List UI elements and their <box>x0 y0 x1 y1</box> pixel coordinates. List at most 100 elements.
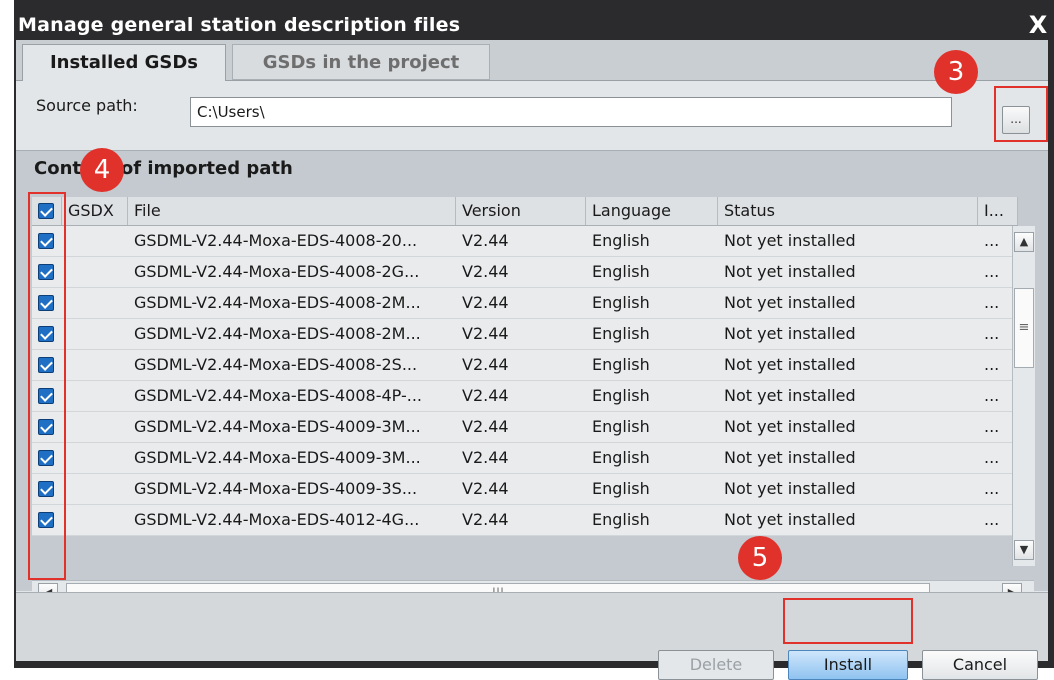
vertical-scrollbar[interactable]: ▲ ≡ ▼ <box>1012 226 1035 566</box>
gsdx-cell <box>62 381 128 412</box>
table-row[interactable]: GSDML-V2.44-Moxa-EDS-4009-3S... V2.44 En… <box>32 474 1018 505</box>
version-cell: V2.44 <box>462 262 509 281</box>
gsdx-cell <box>62 412 128 443</box>
status-cell: Not yet installed <box>724 293 856 312</box>
column-header-language[interactable]: Language <box>586 197 718 225</box>
highlight-checkbox-column <box>28 192 66 580</box>
language-cell: English <box>592 386 650 405</box>
status-cell: Not yet installed <box>724 510 856 529</box>
delete-button[interactable]: Delete <box>658 650 774 680</box>
file-cell: GSDML-V2.44-Moxa-EDS-4012-4G... <box>134 510 420 529</box>
info-cell: ... <box>984 355 1000 374</box>
file-cell: GSDML-V2.44-Moxa-EDS-4008-2G... <box>134 262 420 281</box>
step-marker-4: 4 <box>80 148 124 192</box>
gsdx-cell <box>62 226 128 257</box>
language-cell: English <box>592 417 650 436</box>
tab-installed-gsds[interactable]: Installed GSDs <box>22 44 226 81</box>
language-cell: English <box>592 231 650 250</box>
status-cell: Not yet installed <box>724 262 856 281</box>
column-header-file[interactable]: File <box>128 197 456 225</box>
gsdx-cell <box>62 319 128 350</box>
info-cell: ... <box>984 448 1000 467</box>
info-cell: ... <box>984 386 1000 405</box>
version-cell: V2.44 <box>462 448 509 467</box>
scroll-up-icon[interactable]: ▲ <box>1014 232 1034 252</box>
language-cell: English <box>592 355 650 374</box>
vertical-scroll-thumb[interactable]: ≡ <box>1014 288 1034 368</box>
table-row[interactable]: GSDML-V2.44-Moxa-EDS-4008-2M... V2.44 En… <box>32 288 1018 319</box>
gsdx-cell <box>62 257 128 288</box>
file-cell: GSDML-V2.44-Moxa-EDS-4008-2M... <box>134 324 421 343</box>
version-cell: V2.44 <box>462 355 509 374</box>
status-cell: Not yet installed <box>724 448 856 467</box>
gsdx-cell <box>62 474 128 505</box>
gsdx-cell <box>62 350 128 381</box>
dialog-body: Installed GSDs GSDs in the project Sourc… <box>16 40 1048 680</box>
file-cell: GSDML-V2.44-Moxa-EDS-4009-3M... <box>134 417 421 436</box>
column-header-gsdx[interactable]: GSDX <box>62 197 128 225</box>
gsd-dialog: Manage general station description files… <box>14 0 1054 680</box>
info-cell: ... <box>984 479 1000 498</box>
info-cell: ... <box>984 293 1000 312</box>
section-title: Content of imported path <box>34 158 293 179</box>
file-cell: GSDML-V2.44-Moxa-EDS-4009-3M... <box>134 448 421 467</box>
file-cell: GSDML-V2.44-Moxa-EDS-4009-3S... <box>134 479 418 498</box>
step-marker-5: 5 <box>738 536 782 580</box>
table-row[interactable]: GSDML-V2.44-Moxa-EDS-4008-2G... V2.44 En… <box>32 257 1018 288</box>
column-header-status[interactable]: Status <box>718 197 978 225</box>
version-cell: V2.44 <box>462 417 509 436</box>
tab-gsds-in-project[interactable]: GSDs in the project <box>232 44 490 80</box>
table-row[interactable]: GSDML-V2.44-Moxa-EDS-4008-2M... V2.44 En… <box>32 319 1018 350</box>
table-header: GSDX File Version Language Status I... <box>32 197 1018 226</box>
table-row[interactable]: GSDML-V2.44-Moxa-EDS-4008-20... V2.44 En… <box>32 226 1018 257</box>
version-cell: V2.44 <box>462 386 509 405</box>
file-cell: GSDML-V2.44-Moxa-EDS-4008-2S... <box>134 355 418 374</box>
column-header-version[interactable]: Version <box>456 197 586 225</box>
source-path-input[interactable]: C:\Users\ <box>190 97 952 127</box>
table-row[interactable]: GSDML-V2.44-Moxa-EDS-4009-3M... V2.44 En… <box>32 443 1018 474</box>
dialog-title: Manage general station description files <box>18 14 461 36</box>
highlight-install-button <box>783 598 913 644</box>
file-cell: GSDML-V2.44-Moxa-EDS-4008-4P-... <box>134 386 422 405</box>
version-cell: V2.44 <box>462 479 509 498</box>
gsdx-cell <box>62 443 128 474</box>
language-cell: English <box>592 293 650 312</box>
close-icon[interactable]: X <box>1026 12 1050 38</box>
info-cell: ... <box>984 231 1000 250</box>
file-cell: GSDML-V2.44-Moxa-EDS-4008-2M... <box>134 293 421 312</box>
version-cell: V2.44 <box>462 293 509 312</box>
gsdx-cell <box>62 288 128 319</box>
info-cell: ... <box>984 324 1000 343</box>
step-marker-3: 3 <box>934 50 978 94</box>
status-cell: Not yet installed <box>724 479 856 498</box>
info-cell: ... <box>984 510 1000 529</box>
table-row[interactable]: GSDML-V2.44-Moxa-EDS-4009-3M... V2.44 En… <box>32 412 1018 443</box>
table-row[interactable]: GSDML-V2.44-Moxa-EDS-4012-4G... V2.44 En… <box>32 505 1018 536</box>
file-cell: GSDML-V2.44-Moxa-EDS-4008-20... <box>134 231 418 250</box>
source-path-label: Source path: <box>36 96 138 115</box>
tab-strip: Installed GSDs GSDs in the project <box>16 40 1048 81</box>
language-cell: English <box>592 479 650 498</box>
table-row[interactable]: GSDML-V2.44-Moxa-EDS-4008-2S... V2.44 En… <box>32 350 1018 381</box>
version-cell: V2.44 <box>462 324 509 343</box>
title-bar: Manage general station description files… <box>14 0 1054 40</box>
install-button[interactable]: Install <box>788 650 908 680</box>
table-row[interactable]: GSDML-V2.44-Moxa-EDS-4008-4P-... V2.44 E… <box>32 381 1018 412</box>
scroll-down-icon[interactable]: ▼ <box>1014 540 1034 560</box>
status-cell: Not yet installed <box>724 417 856 436</box>
version-cell: V2.44 <box>462 510 509 529</box>
info-cell: ... <box>984 417 1000 436</box>
status-cell: Not yet installed <box>724 386 856 405</box>
status-cell: Not yet installed <box>724 231 856 250</box>
language-cell: English <box>592 448 650 467</box>
info-cell: ... <box>984 262 1000 281</box>
status-cell: Not yet installed <box>724 324 856 343</box>
language-cell: English <box>592 324 650 343</box>
gsdx-cell <box>62 505 128 536</box>
highlight-browse-button <box>994 86 1048 142</box>
language-cell: English <box>592 262 650 281</box>
column-header-info[interactable]: I... <box>978 197 1018 225</box>
language-cell: English <box>592 510 650 529</box>
status-cell: Not yet installed <box>724 355 856 374</box>
cancel-button[interactable]: Cancel <box>922 650 1038 680</box>
